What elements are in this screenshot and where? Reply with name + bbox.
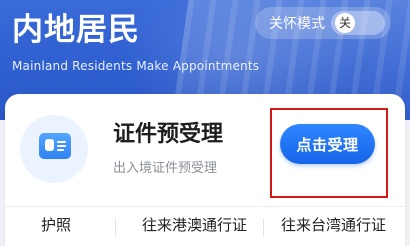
- avatar-icon: [45, 139, 54, 151]
- care-mode-switch[interactable]: 关: [331, 11, 385, 35]
- id-card-icon: [20, 115, 88, 183]
- page-title: 内地居民: [12, 12, 140, 48]
- care-mode-label: 关怀模式: [269, 16, 325, 32]
- id-card-glyph: [39, 133, 71, 159]
- document-tabs: 护照 往来港澳通行证 往来台湾通行证: [5, 208, 405, 246]
- page-subtitle: Mainland Residents Make Appointments: [12, 59, 260, 73]
- service-subtitle: 出入境证件预受理: [113, 161, 218, 176]
- service-card: 证件预受理 出入境证件预受理 点击受理 护照 往来港澳通行证 往来台湾通行证: [5, 94, 405, 246]
- tab-divider: [263, 218, 264, 236]
- tab-hk-macau-permit[interactable]: 往来港澳通行证: [142, 214, 247, 235]
- divider: [5, 206, 405, 207]
- tab-divider: [115, 218, 116, 236]
- service-title: 证件预受理: [113, 122, 224, 147]
- tab-passport[interactable]: 护照: [41, 214, 71, 235]
- tab-taiwan-permit[interactable]: 往来台湾通行证: [281, 214, 386, 235]
- care-mode-knob: 关: [335, 13, 355, 33]
- accept-button[interactable]: 点击受理: [280, 124, 375, 164]
- care-mode-toggle[interactable]: 关怀模式 关: [255, 7, 391, 39]
